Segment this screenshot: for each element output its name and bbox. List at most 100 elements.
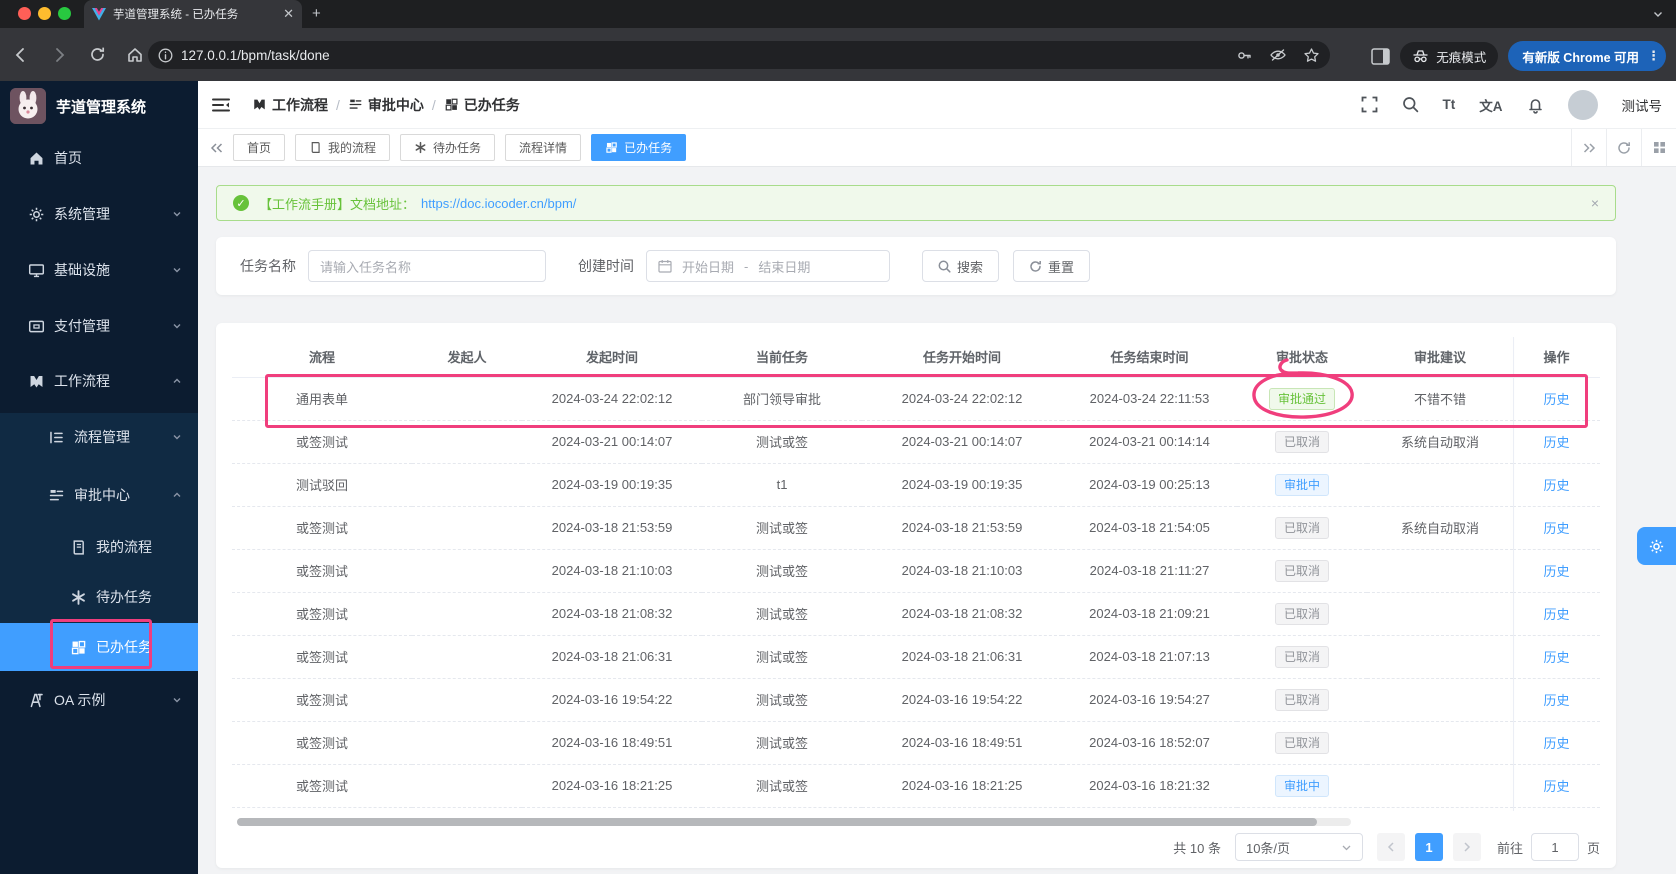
cell-status: 已取消	[1237, 506, 1367, 550]
history-link[interactable]: 历史	[1543, 736, 1569, 751]
gear-icon	[1648, 538, 1665, 555]
side-panel-icon[interactable]	[1371, 47, 1391, 65]
col-header-process: 流程	[232, 337, 412, 378]
workflow-icon	[252, 97, 267, 112]
table-row: 或签测试 2024-03-16 18:49:51 测试或签 2024-03-16…	[232, 721, 1600, 765]
browser-menu-kebab-icon[interactable]: ⋮	[1647, 48, 1660, 64]
font-size-icon[interactable]: Tt	[1443, 97, 1456, 112]
banner-doc-link[interactable]: https://doc.iocoder.cn/bpm/	[421, 196, 576, 211]
next-page-button[interactable]	[1452, 833, 1481, 861]
layout-grid-icon[interactable]	[1641, 129, 1676, 166]
approval-center-icon	[48, 487, 65, 504]
reset-button[interactable]: 重置	[1013, 250, 1091, 282]
cell-current-task: 测试或签	[702, 506, 862, 550]
breadcrumb-separator: /	[336, 96, 340, 113]
cell-actions: 历史	[1513, 592, 1600, 636]
home-icon[interactable]	[118, 38, 152, 72]
chrome-update-button[interactable]: 有新版 Chrome 可用 ⋮	[1508, 41, 1666, 71]
task-name-input[interactable]: 请输入任务名称	[308, 250, 546, 282]
search-icon[interactable]	[1402, 96, 1419, 113]
fullscreen-icon[interactable]	[1361, 96, 1378, 113]
breadcrumb-item-approval-center[interactable]: 审批中心	[348, 95, 424, 115]
cell-suggestion	[1367, 764, 1513, 808]
bell-icon[interactable]	[1527, 96, 1544, 114]
sidebar-item-my-process[interactable]: 我的流程	[0, 523, 198, 571]
page-size-select[interactable]: 10条/页	[1234, 833, 1363, 861]
breadcrumb-item-workflow[interactable]: 工作流程	[252, 95, 328, 115]
sidebar-item-approval-center[interactable]: 审批中心	[0, 471, 198, 519]
maximize-window-button[interactable]	[58, 7, 71, 20]
sidebar-item-home[interactable]: 首页	[0, 134, 198, 182]
sidebar-item-system[interactable]: 系统管理	[0, 190, 198, 238]
sidebar-item-done-tasks[interactable]: 已办任务	[0, 623, 198, 671]
horizontal-scrollbar[interactable]	[237, 818, 1351, 826]
forward-icon[interactable]	[42, 38, 76, 72]
home-icon	[28, 150, 45, 167]
sidebar-item-workflow[interactable]: 工作流程	[0, 357, 198, 405]
eye-off-icon[interactable]	[1269, 46, 1287, 64]
chevron-down-icon	[1341, 842, 1352, 853]
browser-tab[interactable]: 芋道管理系统 - 已办任务 ✕	[84, 0, 302, 28]
cell-starter	[412, 764, 522, 808]
username[interactable]: 测试号	[1622, 95, 1663, 115]
user-avatar[interactable]	[1567, 89, 1598, 120]
page-tab-my-process[interactable]: 我的流程	[295, 134, 391, 161]
sidebar-item-process-manage[interactable]: 流程管理	[0, 413, 198, 461]
scrollbar-thumb[interactable]	[237, 818, 1317, 826]
bookmark-star-icon[interactable]	[1303, 47, 1320, 64]
sidebar-item-payment[interactable]: 支付管理	[0, 302, 198, 350]
tab-search-chevron-icon[interactable]	[1652, 8, 1664, 20]
minimize-window-button[interactable]	[38, 7, 51, 20]
password-key-icon[interactable]	[1236, 47, 1253, 64]
page-tab-process-detail[interactable]: 流程详情	[505, 134, 582, 161]
history-link[interactable]: 历史	[1543, 607, 1569, 622]
history-link[interactable]: 历史	[1543, 564, 1569, 579]
start-date-placeholder: 开始日期	[682, 259, 735, 275]
goto-page-input[interactable]	[1530, 833, 1579, 861]
status-badge: 已取消	[1274, 688, 1329, 711]
reload-icon[interactable]	[80, 38, 114, 72]
url-text[interactable]: 127.0.0.1/bpm/task/done	[181, 48, 1236, 63]
new-tab-button[interactable]: +	[312, 5, 321, 22]
theme-settings-button[interactable]	[1637, 527, 1676, 565]
cell-process: 或签测试	[232, 549, 412, 593]
tabs-scroll-right-icon[interactable]	[1571, 129, 1606, 166]
date-range-input[interactable]: 开始日期 - 结束日期	[646, 250, 890, 282]
banner-close-icon[interactable]: ×	[1591, 195, 1599, 211]
tab-close-icon[interactable]: ✕	[283, 6, 294, 22]
page-tab-done-tasks[interactable]: 已办任务	[591, 134, 687, 161]
history-link[interactable]: 历史	[1543, 650, 1569, 665]
back-icon[interactable]	[4, 38, 38, 72]
cell-current-task: 测试或签	[702, 592, 862, 636]
sidebar-item-oa-demo[interactable]: OA 示例	[0, 676, 198, 724]
sidebar-item-todo-tasks[interactable]: 待办任务	[0, 573, 198, 621]
status-badge: 已取消	[1274, 645, 1329, 668]
site-info-icon[interactable]	[158, 48, 173, 63]
goto-label: 前往	[1496, 840, 1523, 856]
tabs-scroll-left-icon[interactable]	[210, 142, 223, 154]
search-button[interactable]: 搜索	[922, 250, 1000, 282]
address-bar[interactable]: 127.0.0.1/bpm/task/done	[148, 41, 1330, 69]
history-link[interactable]: 历史	[1543, 521, 1569, 536]
book-icon	[309, 141, 322, 154]
incognito-badge: 无痕模式	[1400, 42, 1499, 70]
table-header-row: 流程 发起人 发起时间 当前任务 任务开始时间 任务结束时间 审批状态 审批建议…	[232, 337, 1600, 378]
prev-page-button[interactable]	[1376, 833, 1405, 861]
cell-task-start: 2024-03-18 21:53:59	[862, 506, 1062, 550]
page-tab-todo-tasks[interactable]: 待办任务	[400, 134, 496, 161]
cell-process: 或签测试	[232, 592, 412, 636]
refresh-page-icon[interactable]	[1606, 129, 1641, 166]
history-link[interactable]: 历史	[1543, 392, 1569, 407]
translate-icon[interactable]: 文A	[1479, 95, 1502, 115]
sidebar-item-infra[interactable]: 基础设施	[0, 246, 198, 294]
cell-task-end: 2024-03-16 19:54:27	[1062, 678, 1237, 722]
close-window-button[interactable]	[18, 7, 31, 20]
history-link[interactable]: 历史	[1543, 779, 1569, 794]
history-link[interactable]: 历史	[1543, 435, 1569, 450]
page-tab-home[interactable]: 首页	[233, 134, 286, 161]
page-number-button[interactable]: 1	[1414, 833, 1443, 861]
sidebar-collapse-icon[interactable]	[212, 97, 230, 113]
history-link[interactable]: 历史	[1543, 693, 1569, 708]
history-link[interactable]: 历史	[1543, 478, 1569, 493]
create-time-label: 创建时间	[578, 258, 634, 274]
